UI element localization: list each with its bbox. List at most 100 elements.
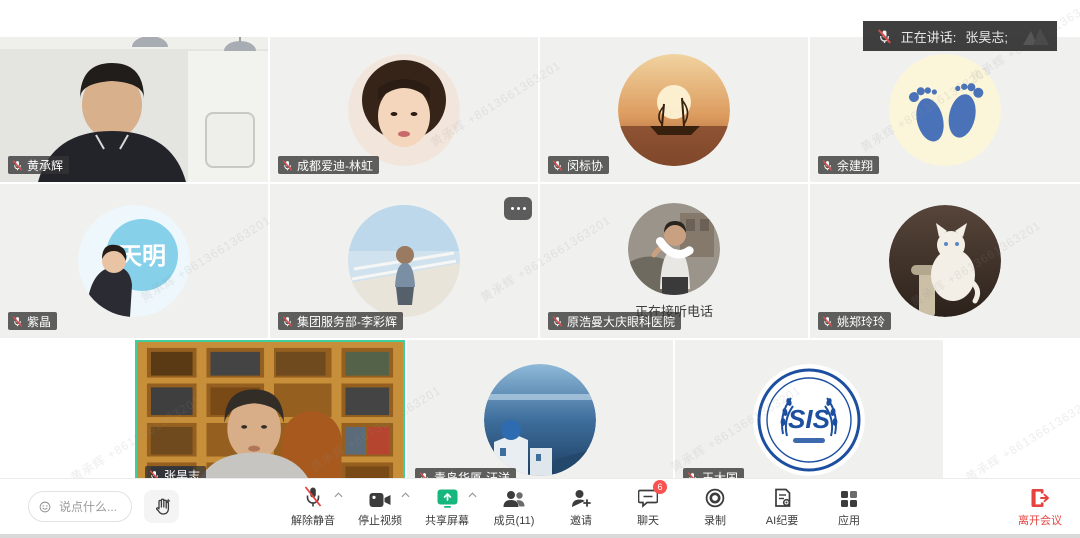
participant-nameplate: 集团服务部-李彩辉 [278, 312, 403, 330]
toolbar: 解除静音 停止视频 [0, 478, 1080, 534]
chat-unread-badge: 6 [653, 480, 667, 494]
mic-muted-icon [282, 160, 293, 171]
participant-tile[interactable]: SIS 王大国 [675, 340, 943, 500]
share-screen-label: 共享屏幕 [425, 512, 469, 528]
ai-notes-label: AI纪要 [766, 512, 798, 528]
record-button[interactable]: 录制 [692, 486, 738, 528]
more-options-button[interactable] [504, 197, 532, 220]
avatar [348, 54, 460, 166]
participant-tile[interactable]: 青岛华厦-汪洋 [407, 340, 673, 500]
participant-nameplate: 闵标协 [548, 156, 609, 174]
watermark-logo-icon [1021, 25, 1051, 47]
chevron-up-icon[interactable] [334, 492, 343, 498]
raise-hand-button[interactable] [144, 490, 179, 523]
leave-meeting-button[interactable]: 离开会议 [1018, 488, 1062, 528]
avatar [484, 364, 596, 476]
chat-input-pill[interactable] [28, 491, 132, 522]
participant-tile[interactable]: 正在接听电话 原浩曼大庆眼科医院 [540, 184, 808, 338]
meeting-window: 黄承辉 +8613661363201 黄承辉 +8613661363201 黄承… [0, 0, 1080, 538]
members-icon [502, 490, 526, 508]
window-bottom-edge [0, 534, 1080, 538]
participant-name: 集团服务部-李彩辉 [297, 313, 397, 330]
ai-notes-button[interactable]: AI纪要 [759, 486, 805, 528]
unmute-button[interactable]: 解除静音 [290, 486, 336, 528]
participant-name: 闵标协 [567, 157, 603, 174]
avatar-image [618, 54, 730, 166]
toolbar-buttons: 解除静音 停止视频 [290, 486, 872, 528]
avatar [889, 54, 1001, 166]
chat-button[interactable]: 聊天 6 [625, 486, 671, 528]
avatar-image [889, 205, 1001, 317]
raise-hand-icon [152, 497, 172, 517]
participant-nameplate: 原浩曼大庆眼科医院 [548, 312, 681, 330]
record-label: 录制 [704, 512, 726, 528]
participant-tile[interactable]: 姚郑玲玲 [810, 184, 1080, 338]
avatar-image [348, 205, 460, 317]
unmute-label: 解除静音 [291, 512, 335, 528]
mic-muted-icon [12, 160, 23, 171]
avatar [628, 203, 720, 295]
invite-button[interactable]: 邀请 [558, 486, 604, 528]
record-icon [705, 488, 725, 508]
participant-tile[interactable]: 黄承辉 [0, 37, 268, 182]
mic-muted-icon [822, 160, 833, 171]
avatar [889, 205, 1001, 317]
participant-tile[interactable]: 余建翔 [810, 37, 1080, 182]
participant-name: 黄承辉 [27, 157, 63, 174]
participant-name: 紫晶 [27, 313, 51, 330]
avatar [348, 205, 460, 317]
participant-name: 余建翔 [837, 157, 873, 174]
avatar: SIS [753, 364, 865, 476]
share-screen-icon [437, 489, 458, 508]
stop-video-button[interactable]: 停止视频 [357, 486, 403, 528]
apps-label: 应用 [838, 512, 860, 528]
apps-button[interactable]: 应用 [826, 486, 872, 528]
avatar-image [889, 54, 1001, 166]
participant-nameplate: 黄承辉 [8, 156, 69, 174]
participant-name: 原浩曼大庆眼科医院 [567, 313, 675, 330]
members-button[interactable]: 成员(11) [491, 486, 537, 528]
participant-name: 成都爱迪-林虹 [297, 157, 373, 174]
apps-icon [840, 490, 858, 508]
avatar-image: SIS [753, 364, 865, 476]
members-label: 成员(11) [494, 512, 535, 528]
avatar-image: 天明 [78, 205, 190, 317]
mic-muted-icon [12, 316, 23, 327]
chat-input[interactable] [57, 499, 121, 515]
participant-name: 姚郑玲玲 [837, 313, 885, 330]
participant-nameplate: 成都爱迪-林虹 [278, 156, 379, 174]
phone-call-icon [654, 232, 694, 266]
participant-nameplate: 姚郑玲玲 [818, 312, 891, 330]
watermark: 黄承辉 +8613661363201 [962, 391, 1080, 485]
participant-tile[interactable]: 天明 紫晶 [0, 184, 268, 338]
speaking-banner-prefix: 正在讲话: [901, 27, 957, 46]
speaking-banner: 正在讲话: 张昊志; [863, 21, 1057, 51]
ai-notes-icon [773, 488, 792, 508]
participant-tile[interactable]: 闵标协 [540, 37, 808, 182]
participant-tile[interactable]: 集团服务部-李彩辉 [270, 184, 538, 338]
avatar [618, 54, 730, 166]
camera-icon [369, 492, 391, 508]
stop-video-label: 停止视频 [358, 512, 402, 528]
participant-nameplate: 余建翔 [818, 156, 879, 174]
chat-label: 聊天 [637, 512, 659, 528]
chevron-up-icon[interactable] [468, 492, 477, 498]
participant-tile-speaking[interactable]: 张昊志 [135, 340, 405, 500]
mic-muted-icon [552, 316, 563, 327]
mic-muted-icon [822, 316, 833, 327]
mic-muted-icon [552, 160, 563, 171]
leave-meeting-icon [1031, 488, 1050, 508]
participant-nameplate: 紫晶 [8, 312, 57, 330]
avatar: 天明 [78, 205, 190, 317]
avatar-image [348, 54, 460, 166]
participant-tile[interactable]: 成都爱迪-林虹 [270, 37, 538, 182]
mic-muted-icon [877, 29, 892, 44]
leave-meeting-label: 离开会议 [1018, 512, 1062, 528]
speaking-banner-speaker: 张昊志; [965, 27, 1008, 46]
emoji-icon [39, 499, 51, 515]
svg-text:SIS: SIS [788, 404, 831, 434]
chevron-up-icon[interactable] [401, 492, 410, 498]
mic-muted-icon [282, 316, 293, 327]
invite-label: 邀请 [570, 512, 592, 528]
share-screen-button[interactable]: 共享屏幕 [424, 486, 470, 528]
